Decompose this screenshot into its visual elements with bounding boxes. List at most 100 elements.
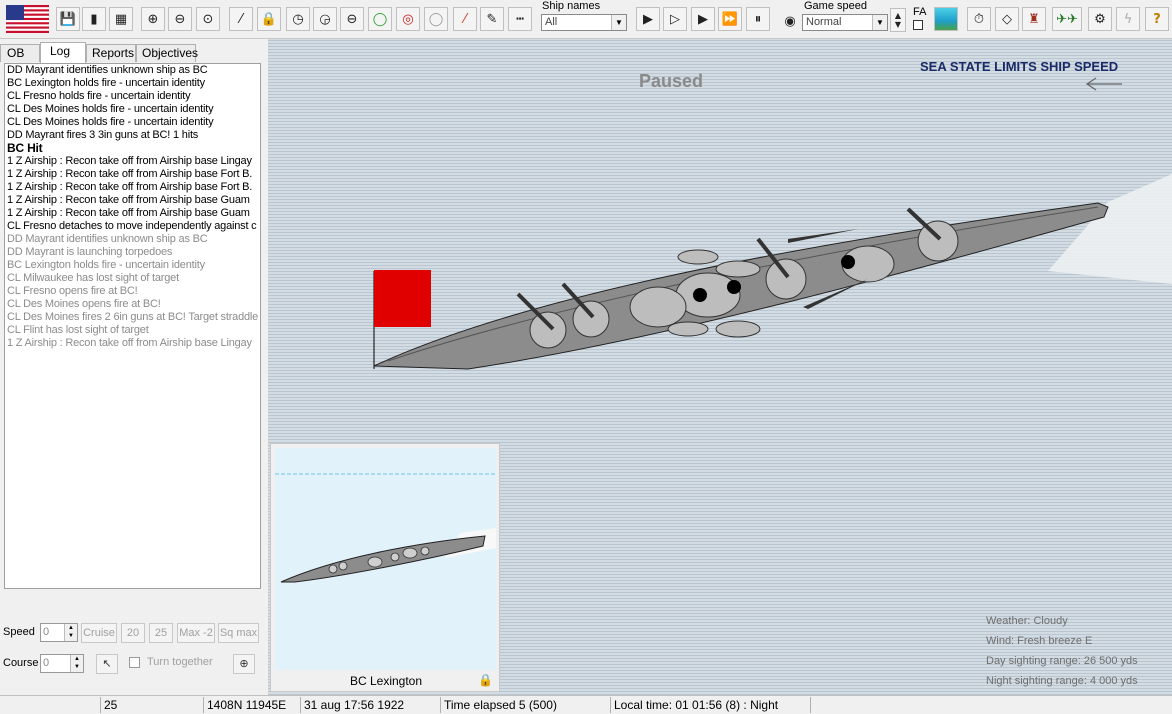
fa-checkbox[interactable] (913, 20, 923, 30)
speed-value: 0 (43, 626, 50, 638)
dotted-line-icon[interactable]: ┅ (508, 7, 532, 31)
ship-names-label: Ship names (542, 0, 601, 12)
log-entry: BC Hit (7, 141, 43, 155)
ship-names-select[interactable]: All ▼ (541, 14, 627, 31)
tab-bar: OB Log Reports Objectives (0, 42, 265, 63)
line-icon[interactable]: ⁄ (453, 7, 477, 31)
speed-25-button[interactable]: 25 (149, 623, 173, 643)
book-icon[interactable]: ◇ (995, 7, 1019, 31)
speed-20-button[interactable]: 20 (121, 623, 145, 643)
lock-icon[interactable]: 🔒 (478, 673, 493, 687)
clock-back-icon[interactable]: ◶ (313, 7, 337, 31)
ship-preview-graphic (275, 473, 496, 583)
tower-icon[interactable]: ♜ (1022, 7, 1046, 31)
red-target-icon[interactable]: ◎ (396, 7, 420, 31)
tab-objectives[interactable]: Objectives (136, 44, 198, 62)
log-entry: CL Des Moines fires 2 6in guns at BC! Ta… (7, 311, 259, 323)
log-entry: DD Mayrant fires 3 3in guns at BC! 1 hit… (7, 129, 199, 141)
log-entry: DD Mayrant is launching torpedoes (7, 246, 173, 258)
green-target-icon[interactable]: ◯ (368, 7, 392, 31)
status-cell-local-time: Local time: 01 01:56 (8) : Night (610, 697, 810, 713)
settings-gear-icon[interactable]: ⚙ (1088, 7, 1112, 31)
speed-spinner[interactable]: ▲ ▼ (890, 8, 906, 32)
log-entry: 1 Z Airship : Recon take off from Airshi… (7, 337, 252, 349)
ship-preview-view[interactable] (275, 448, 496, 670)
log-entry: CL Milwaukee has lost sight of target (7, 272, 179, 284)
spinner-arrows-icon[interactable]: ▲ ▼ (70, 655, 83, 672)
help-icon[interactable]: ? (1145, 7, 1169, 31)
chevron-down-icon: ▼ (872, 15, 887, 30)
cursor-icon[interactable]: ↖ (96, 654, 118, 674)
ship-names-value: All (545, 16, 558, 28)
status-cell-date: 31 aug 17:56 1922 (300, 697, 440, 713)
sea-view-icon[interactable] (934, 7, 958, 31)
play-icon[interactable]: ▶ (636, 7, 660, 31)
turn-together-label: Turn together (147, 656, 213, 668)
game-speed-label: Game speed (804, 0, 867, 12)
log-entry: BC Lexington holds fire - uncertain iden… (7, 259, 205, 271)
crosshair-icon[interactable]: ⊕ (233, 654, 255, 674)
speed-label: Speed (3, 626, 35, 638)
lock-icon[interactable]: 🔒 (257, 7, 281, 31)
log-list[interactable]: DD Mayrant identifies unknown ship as BC… (4, 63, 261, 589)
fa-label: FA (913, 6, 927, 18)
minus-circle-icon[interactable]: ⊖ (340, 7, 364, 31)
max-minus-2-button[interactable]: Max -2 (177, 623, 215, 643)
ship-preview-panel: BC Lexington 🔒 (270, 443, 500, 692)
chevron-down-icon: ▼ (611, 15, 626, 30)
zoom-in-icon[interactable]: ⊕ (141, 7, 165, 31)
log-entry: 1 Z Airship : Recon take off from Airshi… (7, 181, 253, 193)
log-entry: CL Fresno holds fire - uncertain identit… (7, 90, 191, 102)
save-icon[interactable]: 💾 (56, 7, 80, 31)
day-sighting-text: Day sighting range: 26 500 yds (986, 655, 1138, 667)
zoom-out-icon[interactable]: ⊖ (168, 7, 192, 31)
zoom-reset-icon[interactable]: ⊙ (196, 7, 220, 31)
log-entry: CL Fresno opens fire at BC! (7, 285, 138, 297)
target-icon[interactable]: ◉ (780, 11, 800, 31)
log-entry: 1 Z Airship : Recon take off from Airshi… (7, 194, 250, 206)
log-entry: 1 Z Airship : Recon take off from Airshi… (7, 155, 252, 167)
exit-icon[interactable]: ▮ (82, 7, 106, 31)
spinner-arrows-icon[interactable]: ▲ ▼ (64, 624, 77, 641)
cruise-button[interactable]: Cruise (81, 623, 117, 643)
pause-icon[interactable]: ⏸ (746, 7, 770, 31)
log-entry: BC Lexington holds fire - uncertain iden… (7, 77, 205, 89)
measure-icon[interactable]: ⁄ (229, 7, 253, 31)
tab-ob[interactable]: OB (0, 44, 40, 62)
log-entry: CL Fresno detaches to move independently… (7, 220, 257, 232)
toolbar: 💾 ▮ ▦ ⊕ ⊖ ⊙ ⁄ 🔒 ◷ ◶ ⊖ ◯ ◎ ◯ ⁄ ✎ ┅ Ship n… (0, 0, 1172, 39)
log-entry: DD Mayrant identifies unknown ship as BC (7, 233, 208, 245)
wind-text: Wind: Fresh breeze E (986, 635, 1093, 647)
log-entry: CL Des Moines opens fire at BC! (7, 298, 161, 310)
turn-together-checkbox[interactable] (129, 657, 140, 668)
play-fast-icon[interactable]: ▶ (691, 7, 715, 31)
course-input[interactable]: 0 ▲ ▼ (40, 654, 84, 673)
flag-marker (374, 270, 431, 327)
clock-icon[interactable]: ◷ (286, 7, 310, 31)
speed-input[interactable]: 0 ▲ ▼ (40, 623, 78, 642)
tab-reports[interactable]: Reports (86, 44, 136, 62)
game-speed-select[interactable]: Normal ▼ (802, 14, 888, 31)
course-label: Course (3, 657, 39, 669)
map-grid-icon[interactable]: ▦ (109, 7, 133, 31)
game-speed-value: Normal (806, 16, 842, 28)
status-cell-elapsed: Time elapsed 5 (500) (440, 697, 610, 713)
tab-log[interactable]: Log (40, 42, 86, 63)
log-entry: CL Des Moines holds fire - uncertain ide… (7, 103, 214, 115)
status-cell-empty (810, 697, 1172, 713)
pencil-icon[interactable]: ✎ (480, 7, 504, 31)
lightning-icon[interactable]: ϟ (1116, 7, 1140, 31)
squadron-max-button[interactable]: Sq max (218, 623, 259, 643)
left-panel: OB Log Reports Objectives DD Mayrant ide… (0, 39, 265, 695)
course-value: 0 (43, 657, 50, 669)
log-entry: 1 Z Airship : Recon take off from Airshi… (7, 168, 253, 180)
status-bar: 25 1408N 11945E 31 aug 17:56 1922 Time e… (0, 695, 1172, 714)
aircraft-icon[interactable]: ✈✈ (1052, 7, 1082, 31)
play-faster-icon[interactable]: ⏩ (718, 7, 742, 31)
status-cell-position: 1408N 11945E (203, 697, 300, 713)
us-flag-icon[interactable] (6, 5, 49, 33)
play-5-icon[interactable]: ▷ (663, 7, 687, 31)
log-entry: CL Flint has lost sight of target (7, 324, 149, 336)
stopwatch-icon[interactable]: ⏱ (967, 7, 991, 31)
grey-target-icon[interactable]: ◯ (424, 7, 448, 31)
